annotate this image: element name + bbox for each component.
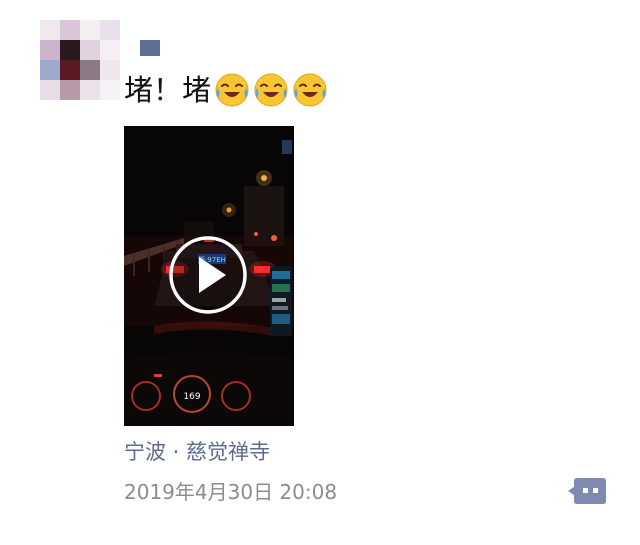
avatar[interactable] (40, 20, 120, 100)
post-text: 堵！堵 (124, 70, 328, 110)
dash-speed: 169 (183, 392, 200, 402)
video-thumbnail[interactable]: 浙·97EH 169 (124, 126, 294, 426)
post-text-content: 堵！堵 (124, 73, 212, 107)
play-icon[interactable] (168, 235, 248, 315)
crying-laughing-emoji-icon (215, 73, 249, 107)
location-link[interactable]: 宁波 · 慈觉禅寺 (124, 438, 270, 466)
username[interactable] (140, 40, 160, 56)
crying-laughing-emoji-icon (254, 73, 288, 107)
comment-icon[interactable] (567, 474, 607, 508)
crying-laughing-emoji-icon (293, 73, 327, 107)
post-timestamp: 2019年4月30日 20:08 (124, 480, 338, 504)
